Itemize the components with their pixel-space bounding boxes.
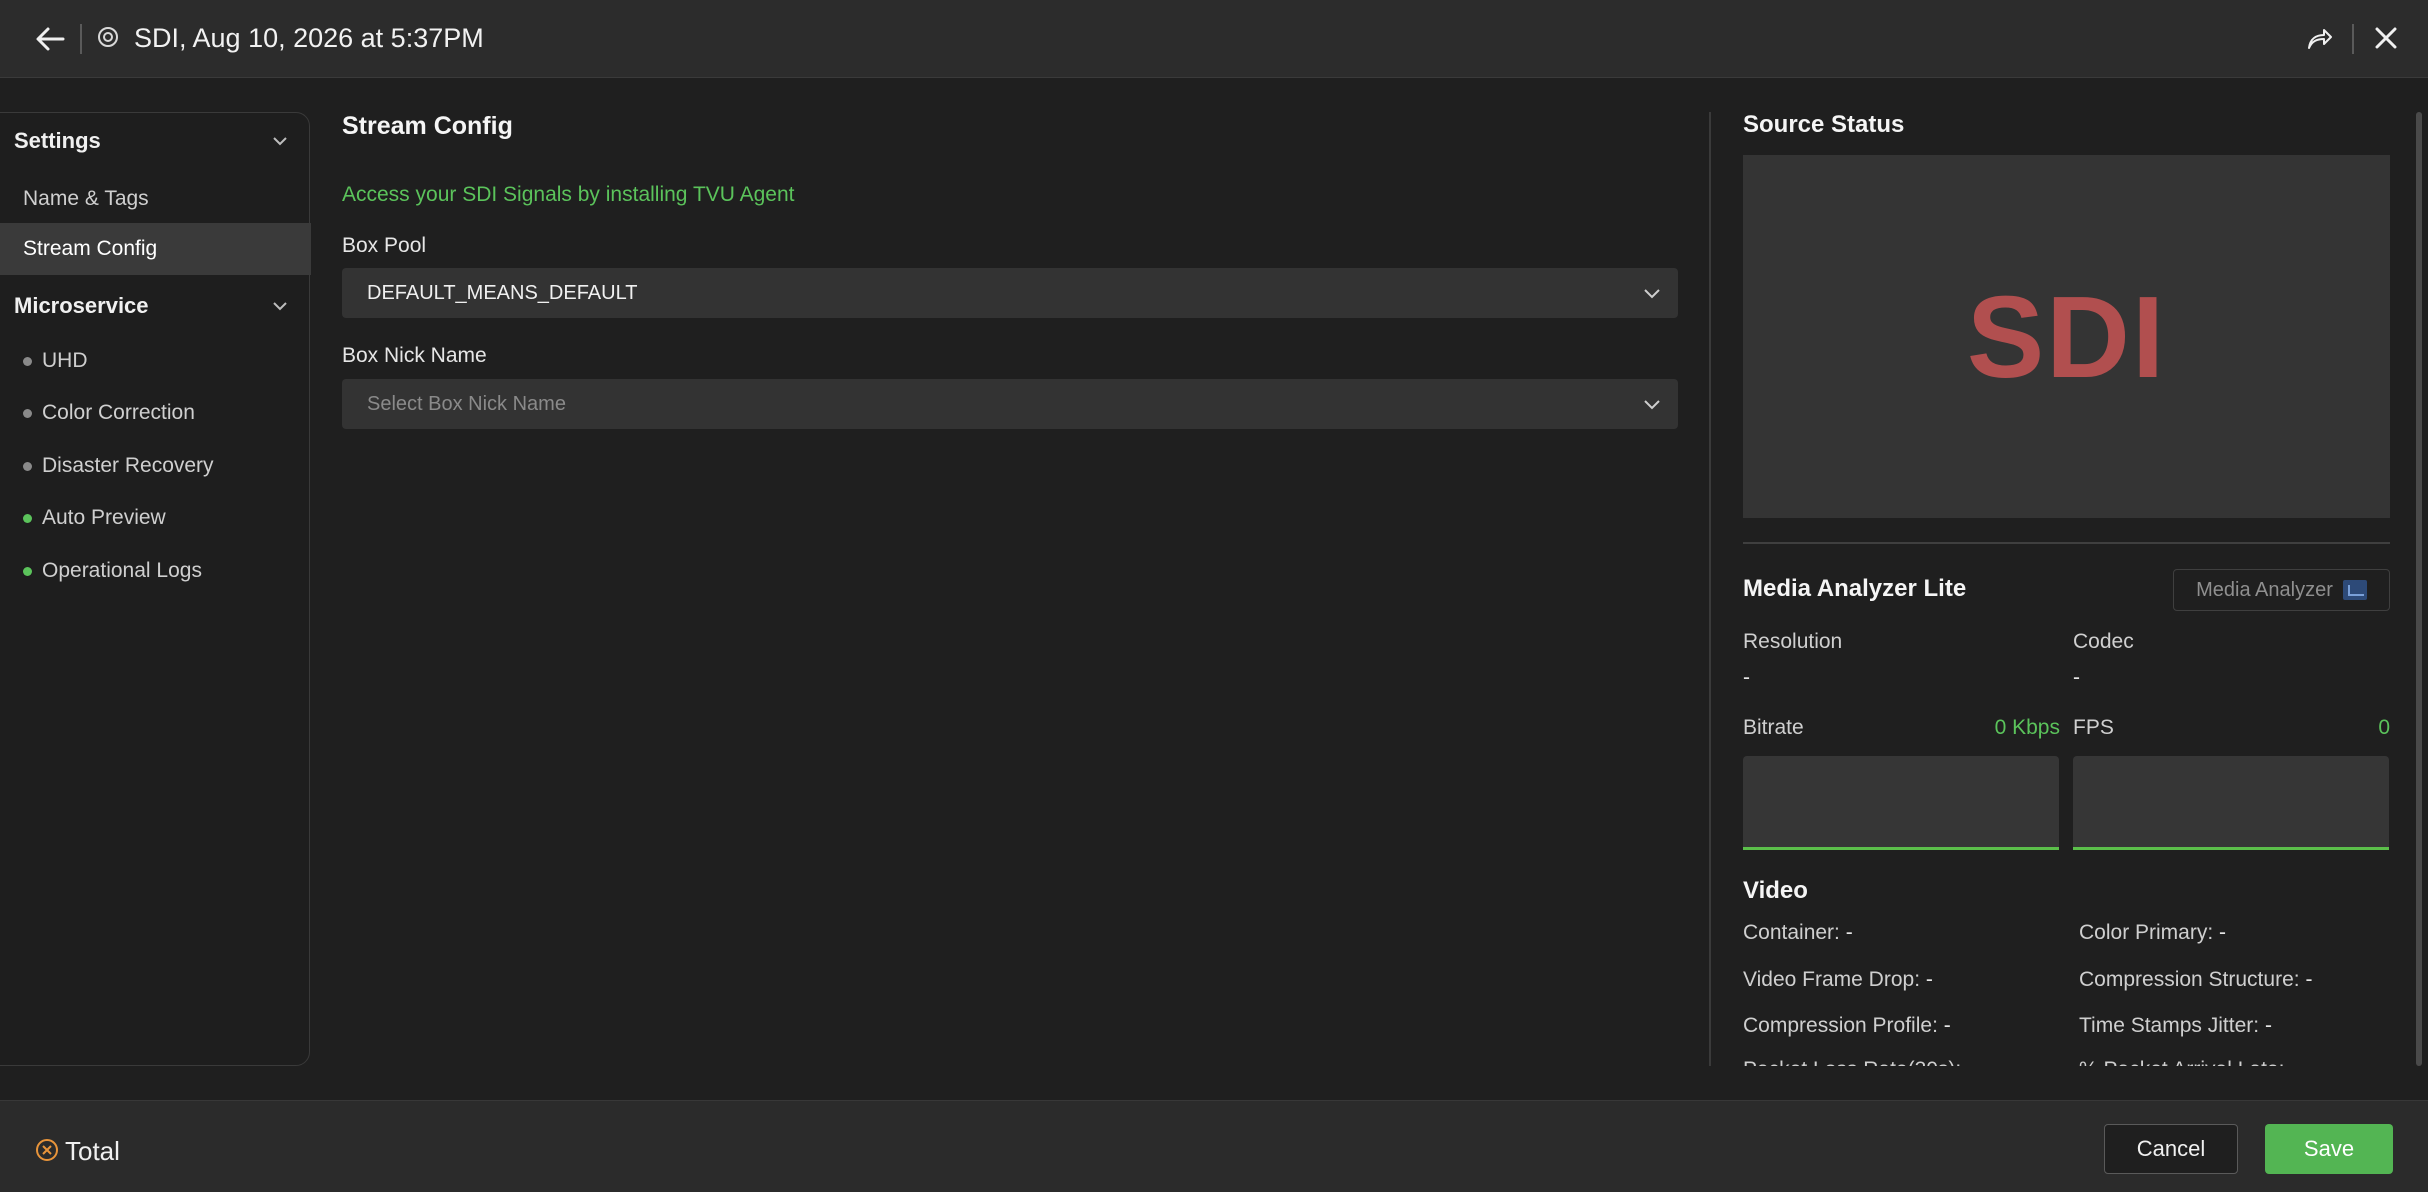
footer-bar: [0, 1100, 2428, 1192]
detail-label: Compression Profile:: [1743, 1014, 1938, 1037]
detail-label: % Packet Arrival Late:: [2079, 1058, 2284, 1066]
detail-value: -: [2290, 1058, 2297, 1066]
video-detail-row: % Packet Arrival Late: -: [2079, 1058, 2297, 1066]
save-button[interactable]: Save: [2265, 1124, 2393, 1174]
detail-label: Container:: [1743, 921, 1840, 944]
detail-value: -: [2264, 1014, 2272, 1037]
scrollbar-thumb[interactable]: [2416, 112, 2422, 1066]
video-detail-row: Compression Profile: -: [1743, 1014, 1951, 1038]
detail-label: Time Stamps Jitter:: [2079, 1014, 2260, 1037]
detail-value: -: [1967, 1058, 1974, 1066]
detail-label: Color Primary:: [2079, 921, 2214, 944]
detail-label: Packet Loss Rate(30s):: [1743, 1058, 1961, 1066]
video-detail-row: Time Stamps Jitter: -: [2079, 1014, 2272, 1038]
video-detail-row: Video Frame Drop: -: [1743, 968, 1933, 992]
detail-value: -: [1925, 968, 1933, 991]
video-detail-row: Container: -: [1743, 921, 1853, 945]
detail-value: -: [2305, 968, 2313, 991]
detail-value: -: [1943, 1014, 1951, 1037]
detail-label: Video Frame Drop:: [1743, 968, 1921, 991]
video-detail-row: Compression Structure: -: [2079, 968, 2312, 992]
detail-value: -: [1845, 921, 1853, 944]
cancel-button[interactable]: Cancel: [2104, 1124, 2238, 1174]
detail-value: -: [2219, 921, 2227, 944]
video-detail-row: Color Primary: -: [2079, 921, 2226, 945]
detail-label: Compression Structure:: [2079, 968, 2300, 991]
video-detail-row: Packet Loss Rate(30s): -: [1743, 1058, 1974, 1066]
total-cost-icon: [36, 1139, 58, 1161]
total-label: Total: [65, 1136, 120, 1166]
video-details-clip: Container: - Video Frame Drop: - Compres…: [0, 0, 2410, 1066]
